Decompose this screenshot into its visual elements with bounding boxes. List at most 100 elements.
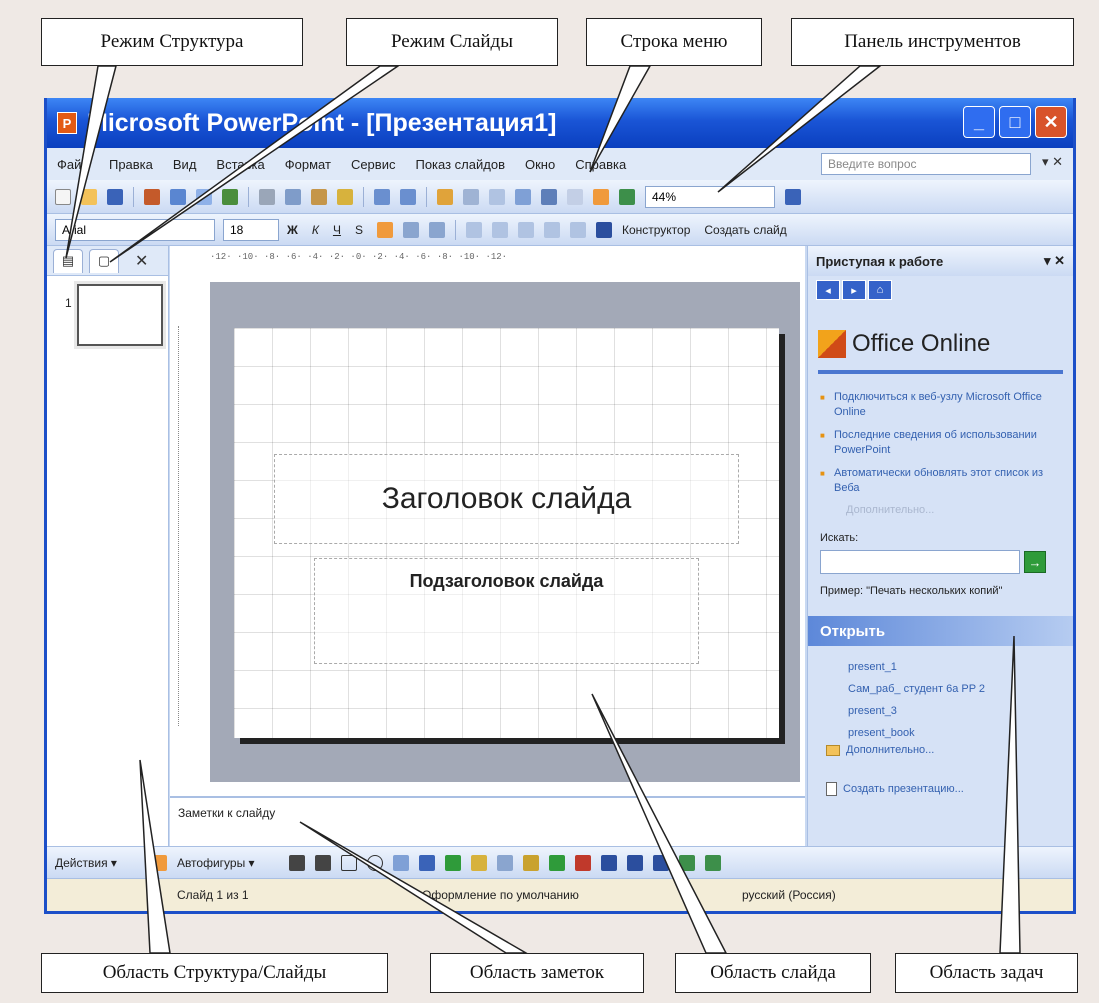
menu-slideshow[interactable]: Показ слайдов — [415, 157, 505, 172]
fill-color-icon[interactable] — [522, 854, 539, 871]
increase-indent-icon[interactable] — [569, 221, 586, 238]
align-right-icon[interactable] — [428, 221, 445, 238]
links-more[interactable]: Дополнительно... — [808, 504, 1073, 516]
minimize-button[interactable]: _ — [963, 106, 995, 138]
italic-button[interactable]: К — [312, 223, 319, 237]
hyperlink-icon[interactable] — [515, 188, 531, 205]
new-slide-button[interactable]: Создать слайд — [704, 223, 786, 237]
copy-icon[interactable] — [285, 188, 301, 205]
menu-close-icon[interactable]: ▾ ✕ — [1042, 154, 1063, 170]
autoshapes-menu[interactable]: Автофигуры ▾ — [177, 856, 255, 870]
color-grayscale-icon[interactable] — [619, 188, 635, 205]
recent-file[interactable]: present_3 — [848, 700, 1073, 722]
align-left-icon[interactable] — [376, 221, 393, 238]
pane-close-icon[interactable]: ✕ — [135, 251, 148, 271]
close-button[interactable]: ✕ — [1035, 106, 1067, 138]
menu-insert[interactable]: Вставка — [216, 157, 264, 172]
arrow-style-icon[interactable] — [652, 854, 669, 871]
underline-button[interactable]: Ч — [333, 223, 341, 237]
wordart-icon[interactable] — [418, 854, 435, 871]
bold-button[interactable]: Ж — [287, 223, 298, 237]
search-go-icon[interactable]: → — [1024, 551, 1046, 573]
font-size-select[interactable]: 18 — [223, 218, 279, 241]
menu-window[interactable]: Окно — [525, 157, 555, 172]
shadow-button[interactable]: S — [355, 223, 363, 237]
designer-button[interactable]: Конструктор — [622, 223, 690, 237]
textbox-icon[interactable] — [392, 854, 409, 871]
dash-style-icon[interactable] — [626, 854, 643, 871]
zoom-select[interactable]: 44% — [645, 185, 775, 208]
search-input[interactable] — [820, 550, 1020, 574]
notes-area[interactable]: Заметки к слайду — [170, 796, 805, 846]
new-icon[interactable] — [55, 188, 71, 205]
decrease-indent-icon[interactable] — [543, 221, 560, 238]
print-icon[interactable] — [170, 188, 186, 205]
picture-icon[interactable] — [496, 854, 513, 871]
permission-icon[interactable] — [144, 188, 160, 205]
menu-tools[interactable]: Сервис — [351, 157, 396, 172]
menu-file[interactable]: Файл — [57, 157, 89, 172]
insert-table-icon[interactable] — [463, 188, 479, 205]
font-name-select[interactable]: Arial — [55, 218, 215, 241]
recent-file[interactable]: present_book — [848, 722, 1073, 744]
slide-thumbnail[interactable] — [74, 281, 166, 349]
shadow-style-icon[interactable] — [678, 854, 695, 871]
oval-icon[interactable] — [366, 854, 383, 871]
slide[interactable]: Заголовок слайда Подзаголовок слайда — [234, 328, 779, 738]
grid-icon[interactable] — [593, 188, 609, 205]
select-objects-icon[interactable] — [150, 854, 167, 871]
increase-font-icon[interactable] — [517, 221, 534, 238]
undo-icon[interactable] — [374, 188, 390, 205]
diagram-icon[interactable] — [444, 854, 461, 871]
actions-menu[interactable]: Действия ▾ — [55, 856, 117, 870]
paste-icon[interactable] — [311, 188, 327, 205]
recent-file[interactable]: present_1 — [848, 656, 1073, 678]
bullets-icon[interactable] — [491, 221, 508, 238]
arrow-icon[interactable] — [314, 854, 331, 871]
rectangle-icon[interactable] — [340, 854, 357, 871]
line-color-icon[interactable] — [548, 854, 565, 871]
link-auto-update[interactable]: Автоматически обновлять этот список из В… — [820, 466, 1063, 496]
line-style-icon[interactable] — [600, 854, 617, 871]
back-icon[interactable]: ◂ — [816, 280, 840, 300]
link-latest-news[interactable]: Последние сведения об использовании Powe… — [820, 428, 1063, 458]
task-pane-close-icon[interactable]: ▾ ✕ — [1044, 253, 1065, 269]
spelling-icon[interactable] — [222, 188, 238, 205]
tab-outline[interactable]: ▤ — [53, 248, 83, 273]
forward-icon[interactable]: ▸ — [842, 280, 866, 300]
font-color-draw-icon[interactable] — [574, 854, 591, 871]
title-placeholder[interactable]: Заголовок слайда — [274, 454, 739, 544]
subtitle-placeholder[interactable]: Подзаголовок слайда — [314, 558, 699, 664]
search-row: → — [808, 544, 1073, 574]
expand-all-icon[interactable] — [541, 188, 557, 205]
tab-slides[interactable]: ▢ — [89, 248, 119, 273]
show-formatting-icon[interactable] — [567, 188, 583, 205]
menu-edit[interactable]: Правка — [109, 157, 153, 172]
align-center-icon[interactable] — [402, 221, 419, 238]
cut-icon[interactable] — [259, 188, 275, 205]
create-presentation-link[interactable]: Создать презентацию... — [808, 756, 1073, 796]
menu-view[interactable]: Вид — [173, 157, 197, 172]
status-bar: Слайд 1 из 1 Оформление по умолчанию рус… — [47, 878, 1073, 911]
link-connect-office[interactable]: Подключиться к веб-узлу Microsoft Office… — [820, 390, 1063, 420]
3d-style-icon[interactable] — [704, 854, 721, 871]
font-color-icon[interactable] — [595, 221, 612, 238]
preview-icon[interactable] — [196, 188, 212, 205]
menu-help[interactable]: Справка — [575, 157, 626, 172]
save-icon[interactable] — [107, 188, 123, 205]
open-icon[interactable] — [81, 188, 97, 205]
format-painter-icon[interactable] — [337, 188, 353, 205]
tables-borders-icon[interactable] — [489, 188, 505, 205]
menu-format[interactable]: Формат — [285, 157, 331, 172]
numbering-icon[interactable] — [465, 221, 482, 238]
help-question-input[interactable]: Введите вопрос — [821, 153, 1031, 175]
redo-icon[interactable] — [400, 188, 416, 205]
help-icon[interactable] — [785, 188, 801, 205]
clipart-icon[interactable] — [470, 854, 487, 871]
insert-chart-icon[interactable] — [437, 188, 453, 205]
maximize-button[interactable]: □ — [999, 106, 1031, 138]
recent-file[interactable]: Сам_раб_ студент 6а PP 2 — [848, 678, 1073, 700]
home-icon[interactable]: ⌂ — [868, 280, 892, 300]
line-icon[interactable] — [288, 854, 305, 871]
open-more-link[interactable]: Дополнительно... — [808, 744, 1073, 756]
